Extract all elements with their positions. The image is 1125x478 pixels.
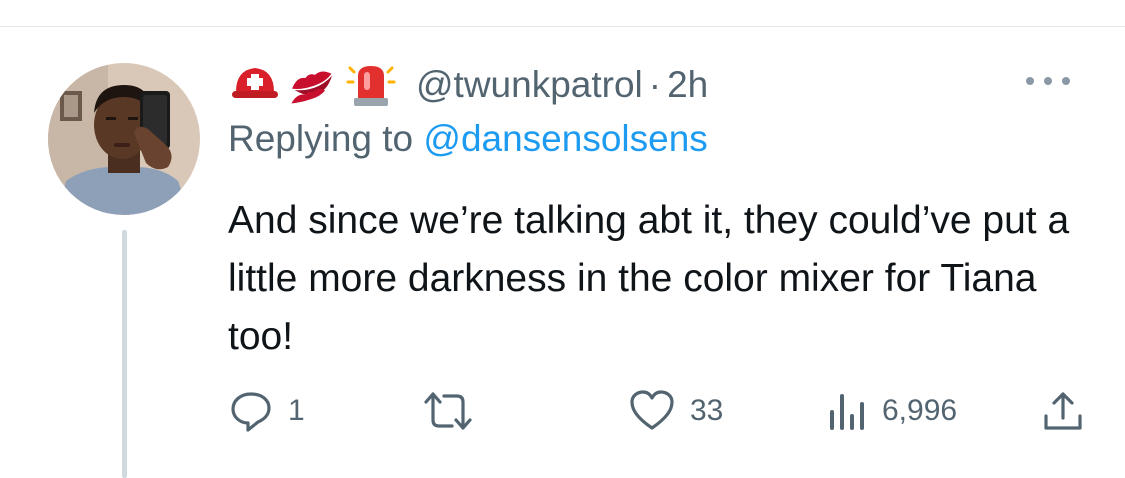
- replying-to: Replying to @dansensolsens: [228, 118, 708, 160]
- views-chart-icon: [830, 394, 864, 430]
- reply-button[interactable]: 1: [228, 385, 305, 437]
- views-count: 6,996: [882, 394, 958, 427]
- retweet-icon: [424, 392, 472, 430]
- reply-count: 1: [288, 394, 305, 427]
- share-button[interactable]: [1040, 385, 1086, 437]
- kiss-mark-icon: [286, 58, 340, 112]
- reply-icon: [231, 392, 271, 432]
- replying-to-handle-link[interactable]: @dansensolsens: [423, 118, 707, 159]
- avatar[interactable]: [48, 63, 200, 215]
- avatar-photo: [48, 63, 200, 215]
- police-light-icon: [344, 58, 398, 112]
- more-icon: [1026, 77, 1070, 85]
- like-button[interactable]: 33: [628, 385, 723, 437]
- separator-dot: ·: [648, 64, 662, 105]
- tweet-actions: 1 33 6,996: [0, 385, 1125, 437]
- thread-line: [122, 230, 127, 478]
- like-count: 33: [690, 394, 724, 427]
- retweet-button[interactable]: [420, 385, 490, 437]
- tweet-header: @twunkpatrol · 2h: [228, 58, 708, 112]
- tweet-text: And since we’re talking abt it, they cou…: [228, 199, 1070, 358]
- top-divider: [0, 26, 1125, 27]
- share-icon: [1044, 392, 1082, 430]
- tweet-timestamp[interactable]: 2h: [667, 64, 708, 106]
- author-handle[interactable]: @twunkpatrol: [416, 64, 643, 106]
- replying-to-prefix: Replying to: [228, 118, 424, 159]
- heart-icon: [630, 390, 674, 430]
- rescue-helmet-icon: [228, 58, 282, 112]
- more-options-button[interactable]: [1020, 66, 1076, 96]
- views-button[interactable]: 6,996: [826, 385, 957, 437]
